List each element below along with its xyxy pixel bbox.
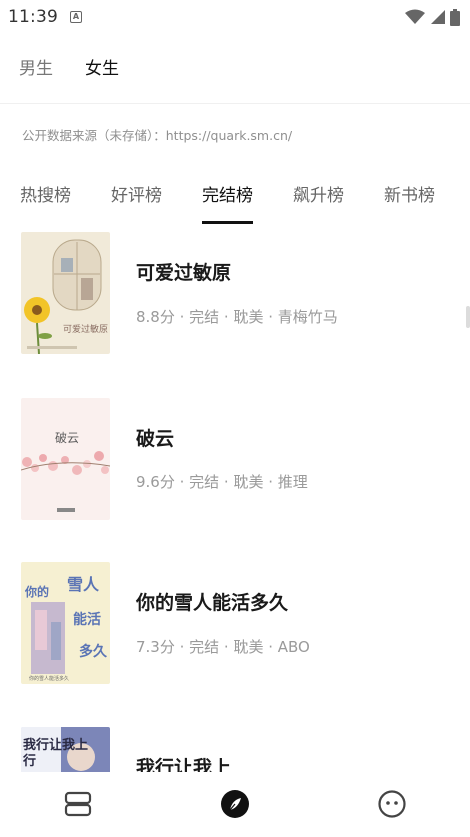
book-cover-art: 破云 [21,398,110,520]
book-title[interactable]: 可爱过敏原 [136,258,231,285]
book-cover[interactable]: 破云 [21,398,110,520]
nav-bookshelf[interactable] [58,784,98,824]
compass-icon [220,790,249,818]
tab-good-review[interactable]: 好评榜 [111,181,162,206]
svg-text:多久: 多久 [79,643,108,660]
header-divider [0,103,470,104]
book-title[interactable]: 破云 [136,424,174,451]
svg-text:雪人: 雪人 [67,575,100,594]
book-title[interactable]: 我行让我上 [136,753,231,772]
book-meta: 7.3分 · 完结 · 耽美 · ABO [136,638,310,656]
signal-icon [431,10,445,24]
notification-icon: A [70,11,82,23]
list-item[interactable]: 破云 破云 9.6分 · 完结 · 耽美 · 推理 [0,396,470,520]
svg-text:行: 行 [22,753,36,769]
nav-profile[interactable] [372,784,412,824]
book-cover-art: 可爱过敏原 [21,232,110,354]
list-item[interactable]: 雪人 能活 多久 你的 你的雪人能活多久 你的雪人能活多久 7.3分 · 完结 … [0,560,470,684]
book-cover-art: 雪人 能活 多久 你的 你的雪人能活多久 [21,562,110,684]
ranking-tabs: 热搜榜 好评榜 完结榜 飙升榜 新书榜 [20,181,435,224]
status-time: 11:39 [8,7,58,27]
cover-text: 你的雪人能活多久 [29,675,69,682]
bookshelf-icon [65,791,92,817]
book-cover[interactable]: 雪人 能活 多久 你的 你的雪人能活多久 [21,562,110,684]
list-item[interactable]: 我行让我上 行 我行让我上 [0,725,470,772]
cover-text: 可爱过敏原 [63,323,108,335]
svg-text:你的: 你的 [24,584,49,599]
gender-tabs: 男生 女生 [19,54,119,79]
tab-completed[interactable]: 完结榜 [202,181,253,224]
tab-new-books[interactable]: 新书榜 [384,181,435,206]
cover-text: 我行让我上 [23,737,88,753]
book-cover[interactable]: 可爱过敏原 [21,232,110,354]
smiley-icon [378,790,406,818]
svg-text:能活: 能活 [73,611,101,628]
scroll-indicator[interactable] [466,306,470,328]
list-item[interactable]: 可爱过敏原 可爱过敏原 8.8分 · 完结 · 耽美 · 青梅竹马 [0,230,470,354]
data-source-note: 公开数据来源（未存储）：https://quark.sm.cn/ [22,128,293,143]
battery-icon [450,8,460,26]
tab-rising[interactable]: 飙升榜 [293,181,344,206]
book-list: 可爱过敏原 可爱过敏原 8.8分 · 完结 · 耽美 · 青梅竹马 破云 破云 … [0,230,470,772]
book-meta: 9.6分 · 完结 · 耽美 · 推理 [136,473,308,491]
book-cover[interactable]: 我行让我上 行 [21,727,110,772]
wifi-icon [405,9,425,24]
tab-female[interactable]: 女生 [85,54,119,79]
book-meta: 8.8分 · 完结 · 耽美 · 青梅竹马 [136,308,338,326]
nav-discover[interactable] [215,784,255,824]
status-bar: 11:39 A [0,0,470,34]
bottom-nav [0,773,470,837]
tab-male[interactable]: 男生 [19,54,53,79]
tab-hot-search[interactable]: 热搜榜 [20,181,71,206]
book-cover-art: 我行让我上 行 [21,727,110,772]
cover-text: 破云 [55,430,79,445]
book-title[interactable]: 你的雪人能活多久 [136,588,288,615]
